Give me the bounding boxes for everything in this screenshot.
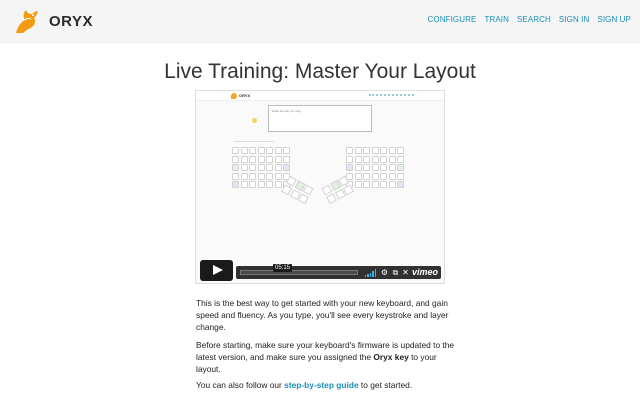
- vimeo-logo[interactable]: vimeo: [412, 267, 438, 277]
- video-frame-thumb-left: [281, 175, 314, 204]
- fullscreen-icon[interactable]: ✕: [401, 268, 410, 277]
- nav-search[interactable]: SEARCH: [517, 15, 551, 24]
- volume-icon[interactable]: [365, 269, 377, 277]
- guide-text: You can also follow our: [196, 380, 285, 390]
- video-frame-sun-icon: [252, 118, 257, 123]
- firmware-paragraph: Before starting, make sure your keyboard…: [196, 339, 456, 375]
- play-icon[interactable]: [200, 260, 233, 281]
- video-progress-track[interactable]: [240, 270, 358, 275]
- video-frame-logo-icon: [231, 93, 237, 99]
- video-control-bar: 05:15 ⚙ ⧉ ✕ vimeo: [236, 264, 441, 279]
- video-frame-typing-box: Hello the lazy fox bag: [268, 105, 372, 132]
- main-nav: CONFIGURE TRAIN SEARCH SIGN IN SIGN UP: [428, 15, 631, 24]
- settings-icon[interactable]: ⚙: [380, 268, 389, 277]
- nav-sign-up[interactable]: SIGN UP: [597, 15, 631, 24]
- video-frame-header: ORYX: [196, 91, 444, 101]
- oryx-key-bold: Oryx key: [373, 352, 409, 362]
- brand-logo-link[interactable]: ORYX: [12, 5, 93, 37]
- horse-logo-icon: [16, 10, 38, 33]
- video-controls: 05:15 ⚙ ⧉ ✕ vimeo: [196, 258, 444, 283]
- video-player[interactable]: ORYX Hello the lazy fox bag 05:15 ⚙ ⧉ ✕ …: [195, 90, 445, 284]
- nav-configure[interactable]: CONFIGURE: [428, 15, 477, 24]
- video-frame-typing-text: Hello the lazy fox bag: [272, 109, 301, 113]
- nav-sign-in[interactable]: SIGN IN: [559, 15, 589, 24]
- video-frame-keyboard-right: [346, 147, 406, 197]
- step-by-step-guide-link[interactable]: step-by-step guide: [284, 380, 358, 390]
- intro-paragraph: This is the best way to get started with…: [196, 298, 449, 332]
- picture-in-picture-icon[interactable]: ⧉: [391, 268, 400, 277]
- guide-paragraph: You can also follow our step-by-step gui…: [196, 379, 456, 391]
- guide-text-end: to get started.: [358, 380, 413, 390]
- video-time: 05:15: [273, 264, 293, 272]
- page-title: Live Training: Master Your Layout: [164, 60, 476, 83]
- video-frame-tabs: [234, 137, 274, 142]
- video-frame-nav: [369, 94, 414, 96]
- brand-name: ORYX: [49, 12, 93, 30]
- video-frame-brand: ORYX: [239, 93, 251, 98]
- top-navbar: ORYX CONFIGURE TRAIN SEARCH SIGN IN SIGN…: [0, 0, 640, 43]
- nav-train[interactable]: TRAIN: [484, 15, 509, 24]
